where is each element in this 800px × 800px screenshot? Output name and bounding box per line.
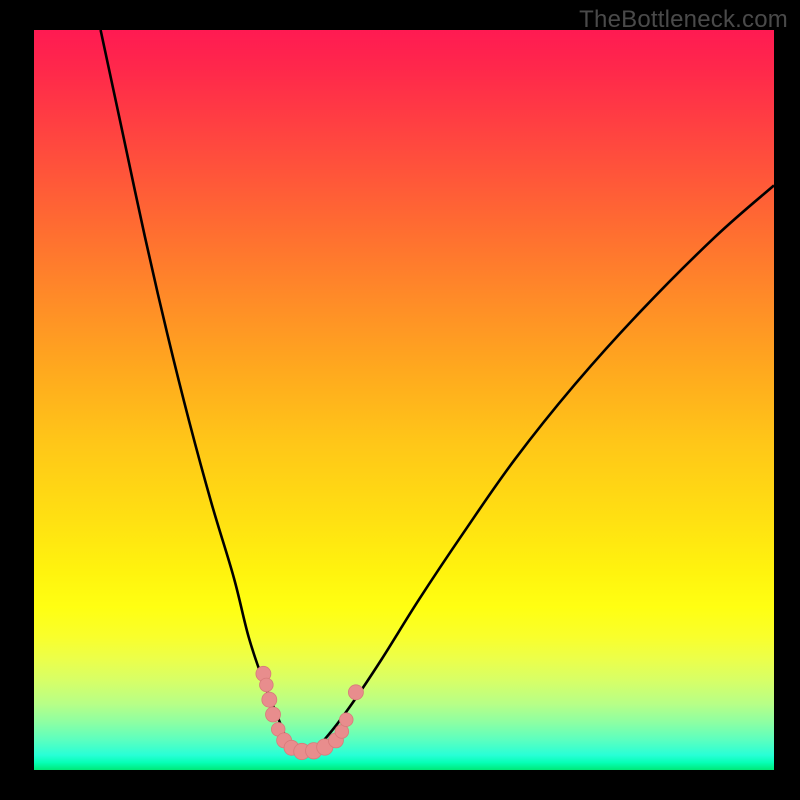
marker-group	[256, 666, 363, 759]
data-marker	[260, 678, 274, 692]
left-curve	[101, 30, 301, 752]
plot-area	[34, 30, 774, 770]
data-marker	[339, 713, 353, 727]
data-marker	[262, 692, 277, 707]
right-curve	[300, 185, 774, 751]
chart-frame: TheBottleneck.com	[0, 0, 800, 800]
chart-svg	[34, 30, 774, 770]
data-marker	[348, 685, 363, 700]
data-marker	[266, 707, 281, 722]
curve-group	[101, 30, 774, 752]
